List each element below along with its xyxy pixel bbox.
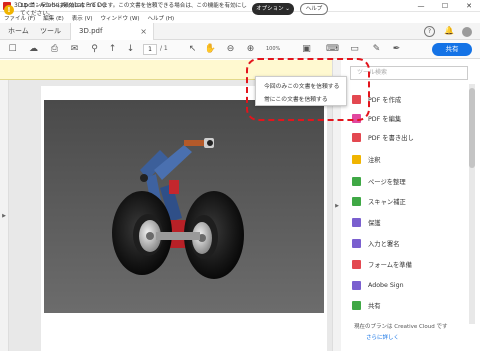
tool-share[interactable]: 共有 — [352, 296, 462, 314]
toolbar: ☐ ☁ ⎙ ✉ ⚲ ↑ ↓ 1 / 1 ↖ ✋ ⊖ ⊕ 100% ▣ ⌨ ▭ ✎… — [0, 40, 480, 59]
sign-icon[interactable]: ✒ — [390, 43, 403, 56]
next-page-icon[interactable]: ↓ — [124, 43, 137, 56]
search-icon[interactable]: ⚲ — [88, 43, 101, 56]
tab-document[interactable]: 3D.pdf × — [70, 23, 154, 40]
tab-document-label: 3D.pdf — [79, 27, 103, 35]
zoom-in-icon[interactable]: ⊕ — [244, 43, 257, 56]
select-tool-icon[interactable]: ↖ — [186, 43, 199, 56]
zoom-level[interactable]: 100% — [266, 46, 280, 52]
fill-sign-icon — [352, 238, 361, 248]
tool-label: Adobe Sign — [368, 281, 404, 289]
print-icon[interactable]: ⎙ — [48, 43, 61, 56]
landing-gear-3d-model — [44, 100, 324, 313]
help-icon[interactable]: ? — [424, 26, 435, 37]
highlight-pen-icon[interactable]: ✎ — [370, 43, 383, 56]
email-icon[interactable]: ✉ — [68, 43, 81, 56]
hand-tool-icon[interactable]: ✋ — [204, 43, 217, 56]
left-panel-toggle[interactable]: ▶ — [0, 80, 9, 351]
share-icon — [352, 300, 361, 310]
expand-right-icon: ▶ — [335, 202, 339, 209]
learn-more-link[interactable]: さらに詳しく — [366, 333, 399, 341]
save-icon[interactable]: ☐ — [6, 43, 19, 56]
help-button-label: ヘルプ — [305, 6, 323, 12]
tool-fill-sign[interactable]: 入力と署名 — [352, 234, 462, 252]
tab-close-icon[interactable]: × — [140, 23, 147, 40]
tool-label: PDF を作成 — [368, 96, 402, 104]
close-window-button[interactable]: ✕ — [458, 0, 480, 12]
tool-prepare-form[interactable]: フォームを準備 — [352, 255, 462, 273]
share-button-label: 共有 — [445, 45, 459, 53]
tool-label: 入力と署名 — [368, 240, 400, 248]
cloud-upload-icon[interactable]: ☁ — [27, 43, 40, 56]
tool-organize-pages[interactable]: ページを整理 — [352, 172, 462, 190]
tool-label: PDF を書き出し — [368, 134, 414, 142]
tool-label: ページを整理 — [368, 178, 406, 186]
tools-scroll-thumb[interactable] — [469, 88, 475, 168]
protect-icon — [352, 217, 361, 227]
tool-label: 保護 — [368, 219, 381, 227]
page-number-input[interactable]: 1 — [143, 44, 157, 55]
comment-icon — [352, 154, 361, 164]
3d-viewport[interactable] — [44, 100, 324, 313]
tool-comment[interactable]: 注釈 — [352, 150, 462, 168]
adobe-sign-icon — [352, 280, 361, 290]
minimize-button[interactable]: — — [410, 0, 432, 12]
tabs-bar: ホーム ツール 3D.pdf × ? 🔔 — [0, 23, 480, 40]
previous-page-icon[interactable]: ↑ — [106, 43, 119, 56]
warning-message: 3D コンテンツは無効になっています。この文書を信頼できる場合は、この機能を有効… — [20, 3, 247, 17]
tool-protect[interactable]: 保護 — [352, 213, 462, 231]
maximize-button[interactable]: ☐ — [434, 0, 456, 12]
options-button[interactable]: オプション ⌄ — [252, 3, 294, 15]
bell-icon[interactable]: 🔔 — [444, 26, 454, 35]
tool-label: フォームを準備 — [368, 261, 412, 269]
tool-scan[interactable]: スキャン補正 — [352, 192, 462, 210]
help-button[interactable]: ヘルプ — [300, 3, 328, 15]
fit-page-icon[interactable]: ▣ — [300, 43, 313, 56]
highlight-annotation — [246, 58, 370, 121]
expand-left-icon: ▶ — [2, 212, 6, 219]
page-total: / 1 — [160, 45, 168, 52]
tool-adobe-sign[interactable]: Adobe Sign — [352, 276, 462, 294]
tool-label: 注釈 — [368, 156, 381, 164]
export-pdf-icon — [352, 132, 361, 142]
comment-icon[interactable]: ▭ — [348, 43, 361, 56]
organize-pages-icon — [352, 176, 361, 186]
avatar[interactable] — [462, 27, 472, 37]
tool-export-pdf[interactable]: PDF を書き出し — [352, 128, 462, 146]
zoom-out-icon[interactable]: ⊖ — [224, 43, 237, 56]
scan-icon — [352, 196, 361, 206]
share-button[interactable]: 共有 — [432, 43, 472, 56]
prepare-form-icon — [352, 259, 361, 269]
options-button-label: オプション ⌄ — [256, 6, 290, 12]
tool-label: スキャン補正 — [368, 198, 406, 206]
keyboard-icon[interactable]: ⌨ — [326, 43, 339, 56]
warning-icon: ! — [4, 5, 14, 15]
tab-tools[interactable]: ツール — [32, 23, 69, 40]
plan-info: 現在のプランは Creative Cloud です — [354, 324, 448, 330]
tool-label: 共有 — [368, 302, 381, 310]
tool-label: PDF を編集 — [368, 115, 402, 123]
